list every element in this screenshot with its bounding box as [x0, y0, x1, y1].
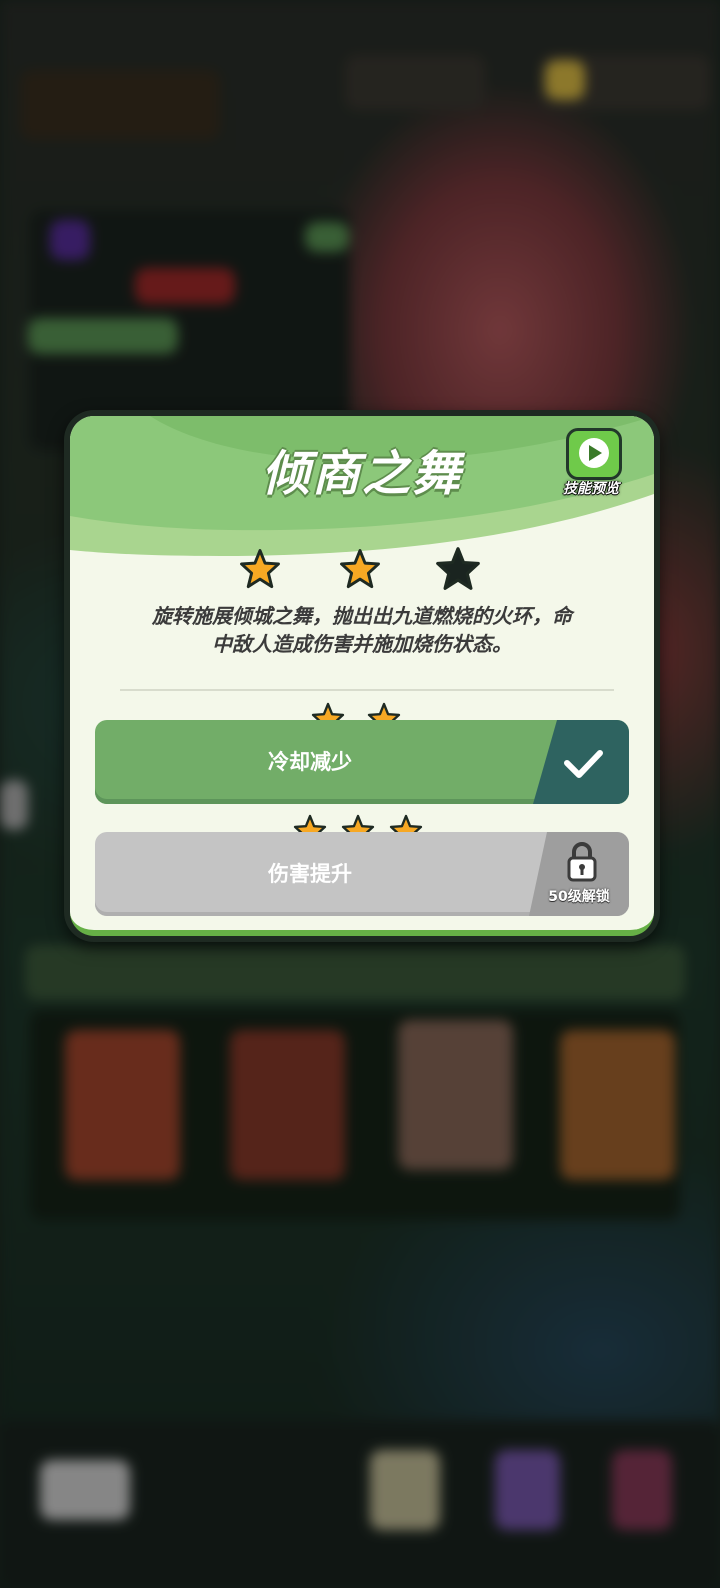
skill-preview-label: 技能预览 [563, 481, 619, 497]
divider [120, 689, 614, 691]
selected-badge [533, 720, 629, 804]
option-cooldown-reduction[interactable]: 冷却减少 [95, 720, 629, 804]
skill-rating [70, 546, 654, 592]
option-label: 冷却减少 [268, 750, 352, 774]
unlock-level-label: 50级解锁 [548, 889, 610, 905]
skill-detail-dialog: 倾商之舞 技能预览 旋转施展倾城之舞，抛出出九道燃烧的火环，命中敌人造成伤害并施… [64, 410, 660, 942]
option-damage-boost[interactable]: 伤害提升 50级解锁 [95, 832, 629, 916]
option-label: 伤害提升 [268, 862, 352, 886]
star-filled-icon [239, 548, 281, 594]
play-icon [566, 428, 622, 480]
star-empty-icon [435, 546, 481, 596]
star-filled-icon [339, 548, 381, 594]
skill-description: 旋转施展倾城之舞，抛出出九道燃烧的火环，命中敌人造成伤害并施加烧伤状态。 [152, 604, 572, 656]
dialog-body: 倾商之舞 技能预览 旋转施展倾城之舞，抛出出九道燃烧的火环，命中敌人造成伤害并施… [70, 416, 654, 936]
skill-preview-button[interactable]: 技能预览 [558, 428, 624, 498]
